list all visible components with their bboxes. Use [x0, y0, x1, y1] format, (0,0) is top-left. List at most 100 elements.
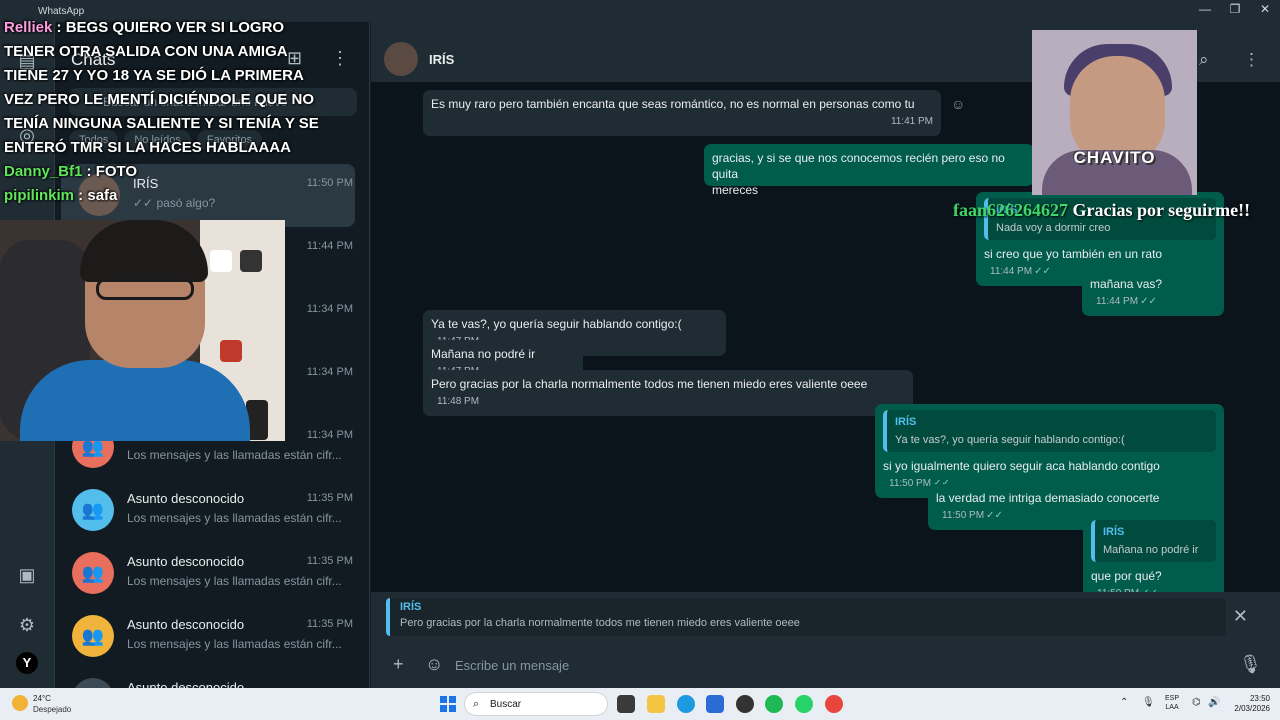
- group-avatar-icon: 👥: [72, 489, 114, 531]
- attach-plus-icon[interactable]: +: [393, 654, 404, 675]
- search-icon: ⌕: [473, 698, 480, 710]
- quoted-message[interactable]: IRÍS Ya te vas?, yo quería seguir hablan…: [883, 410, 1216, 452]
- microphone-icon[interactable]: 🎙: [1239, 654, 1262, 675]
- more-options-icon[interactable]: ⋮: [1243, 50, 1260, 70]
- weather-temperature[interactable]: 24°C: [33, 694, 51, 703]
- quoted-text: Ya te vas?, yo quería seguir hablando co…: [895, 434, 1125, 446]
- chat-preview: Los mensajes y las llamadas están cifr..…: [127, 448, 342, 462]
- weather-condition[interactable]: Despejado: [33, 705, 71, 714]
- chat-list-item[interactable]: 👥 Asunto desconocido 11:35 PM Los mensajes …: [55, 542, 355, 605]
- file-explorer-icon[interactable]: [647, 695, 665, 713]
- taskbar-search[interactable]: ⌕ Buscar: [464, 692, 608, 716]
- chat-time: 11:34 PM: [306, 366, 353, 378]
- chat-list-item[interactable]: 👥 Asunto desconocido 11:35 PM Los mensajes …: [55, 605, 355, 668]
- read-ticks-icon: ✓✓: [1140, 296, 1157, 307]
- message-time: 11:44 PM: [1096, 296, 1139, 307]
- message-text: Mañana no podré ir: [431, 347, 536, 361]
- minimize-button[interactable]: —: [1190, 2, 1220, 16]
- app-icon[interactable]: [736, 695, 754, 713]
- sticker-icon[interactable]: ☺: [425, 654, 443, 675]
- reply-sender: IRÍS: [400, 601, 422, 613]
- person-glasses: [96, 278, 194, 300]
- chat-time: 11:34 PM: [306, 303, 353, 315]
- sticker-label: CHAVITO: [1073, 148, 1156, 167]
- chat-time: 11:34 PM: [306, 429, 353, 441]
- tray-mic-icon[interactable]: 🎙: [1142, 697, 1155, 708]
- emoji-react-icon[interactable]: ☺: [951, 96, 965, 112]
- message-incoming[interactable]: Es muy raro pero también encanta que sea…: [423, 90, 941, 136]
- quoted-sender: IRÍS: [1103, 526, 1125, 538]
- maximize-button[interactable]: ❐: [1220, 2, 1250, 16]
- contact-name[interactable]: IRÍS: [429, 52, 454, 67]
- message-time: 11:41 PM: [890, 116, 933, 127]
- message-text: si creo que yo también en un rato: [984, 247, 1163, 261]
- windows-taskbar: 24°C Despejado ⌕ Buscar ⌃ 🎙 ESP LAA ⌬ 🔊 …: [0, 688, 1280, 720]
- chat-preview: Los mensajes y las llamadas están cifr..…: [127, 511, 342, 525]
- whatsapp-icon[interactable]: [795, 695, 813, 713]
- chat-name: Asunto desconocido: [127, 554, 245, 569]
- taskbar-clock[interactable]: 23:50 2/03/2026: [1228, 694, 1270, 714]
- settings-icon[interactable]: ⚙: [14, 612, 40, 638]
- stream-chat-overlay: Relliek : BEGS QUIERO VER SI LOGRO TENER…: [4, 16, 334, 208]
- follow-alert-image: CHAVITO: [1032, 30, 1197, 195]
- network-icon[interactable]: ⌬: [1192, 697, 1201, 708]
- message-composer: + ☺ 🎙: [371, 642, 1280, 688]
- message-time: 11:50 PM: [942, 510, 985, 521]
- search-icon[interactable]: ⌕: [1199, 50, 1209, 70]
- message-time: 11:50 PM: [889, 478, 932, 489]
- message-text: si yo igualmente quiero seguir aca habla…: [883, 459, 1160, 473]
- quoted-sender: IRÍS: [895, 416, 917, 428]
- chat-preview: Los mensajes y las llamadas están cifr..…: [127, 637, 342, 651]
- read-ticks-icon: ✓✓: [1034, 266, 1051, 277]
- reply-preview-bar: IRÍS Pero gracias por la charla normalme…: [371, 592, 1280, 642]
- reply-preview: IRÍS Pero gracias por la charla normalme…: [386, 598, 1226, 636]
- read-ticks-icon: ✓✓: [986, 510, 1003, 521]
- volume-icon[interactable]: 🔊: [1208, 697, 1220, 708]
- chat-preview: Los mensajes y las llamadas están cifr..…: [127, 574, 342, 588]
- close-reply-icon[interactable]: ✕: [1233, 606, 1248, 627]
- group-avatar-icon: 👥: [72, 615, 114, 657]
- message-incoming[interactable]: Pero gracias por la charla normalmente t…: [423, 370, 913, 416]
- chat-list-item[interactable]: 👥 Asunto desconocido 11:35 PM Los mensajes …: [55, 479, 355, 542]
- spotify-icon[interactable]: [765, 695, 783, 713]
- quoted-message[interactable]: IRÍS Mañana no podré ir: [1091, 520, 1216, 562]
- message-text: mañana vas?: [1090, 277, 1163, 291]
- chat-time: 11:35 PM: [306, 618, 353, 630]
- task-view-icon[interactable]: [617, 695, 635, 713]
- message-outgoing[interactable]: gracias, y si se que nos conocemos recié…: [704, 144, 1034, 197]
- chat-time: 11:35 PM: [306, 555, 353, 567]
- person-hair: [80, 220, 208, 282]
- message-time: 11:44 PM: [990, 266, 1033, 277]
- message-text: gracias, y si se que nos conocemos recié…: [712, 151, 1005, 181]
- follow-alert-banner: faan626264627 Gracias por seguirme!!: [953, 200, 1250, 221]
- language-indicator[interactable]: ESP LAA: [1165, 694, 1179, 712]
- weather-moon-icon[interactable]: [12, 695, 28, 711]
- quoted-text: Nada voy a dormir creo: [996, 222, 1111, 234]
- person-shirt: [20, 360, 250, 441]
- follow-username: faan626264627: [953, 200, 1069, 220]
- edge-icon[interactable]: [677, 695, 695, 713]
- group-avatar-icon: 👥: [72, 552, 114, 594]
- chat-name: Asunto desconocido: [127, 617, 245, 632]
- store-icon[interactable]: [706, 695, 724, 713]
- contact-avatar[interactable]: [384, 42, 418, 76]
- archive-icon[interactable]: ▣: [14, 562, 40, 588]
- message-text: Ya te vas?, yo quería seguir hablando co…: [431, 317, 682, 331]
- stream-chat-line: pipilinkim : safa: [4, 187, 118, 204]
- stream-chat-line: Relliek : BEGS QUIERO VER SI LOGRO TENER…: [4, 19, 319, 156]
- message-outgoing[interactable]: mañana vas? 11:44 PM ✓✓: [1082, 270, 1224, 316]
- chrome-icon[interactable]: [825, 695, 843, 713]
- message-time: 11:48 PM: [437, 396, 480, 407]
- webcam-overlay: [0, 220, 285, 441]
- message-input[interactable]: [455, 651, 1225, 679]
- message-text: la verdad me intriga demasiado conocerte: [936, 491, 1160, 505]
- reply-text: Pero gracias por la charla normalmente t…: [400, 617, 800, 629]
- chat-time: 11:35 PM: [306, 492, 353, 504]
- close-window-button[interactable]: ✕: [1250, 2, 1280, 16]
- profile-avatar[interactable]: Y: [16, 652, 38, 674]
- tray-chevron-icon[interactable]: ⌃: [1120, 697, 1128, 708]
- message-text: Pero gracias por la charla normalmente t…: [431, 377, 868, 391]
- stream-chat-line: Danny_Bf1 : FOTO: [4, 163, 138, 180]
- chat-time: 11:44 PM: [306, 240, 353, 252]
- windows-start-icon[interactable]: [440, 696, 456, 712]
